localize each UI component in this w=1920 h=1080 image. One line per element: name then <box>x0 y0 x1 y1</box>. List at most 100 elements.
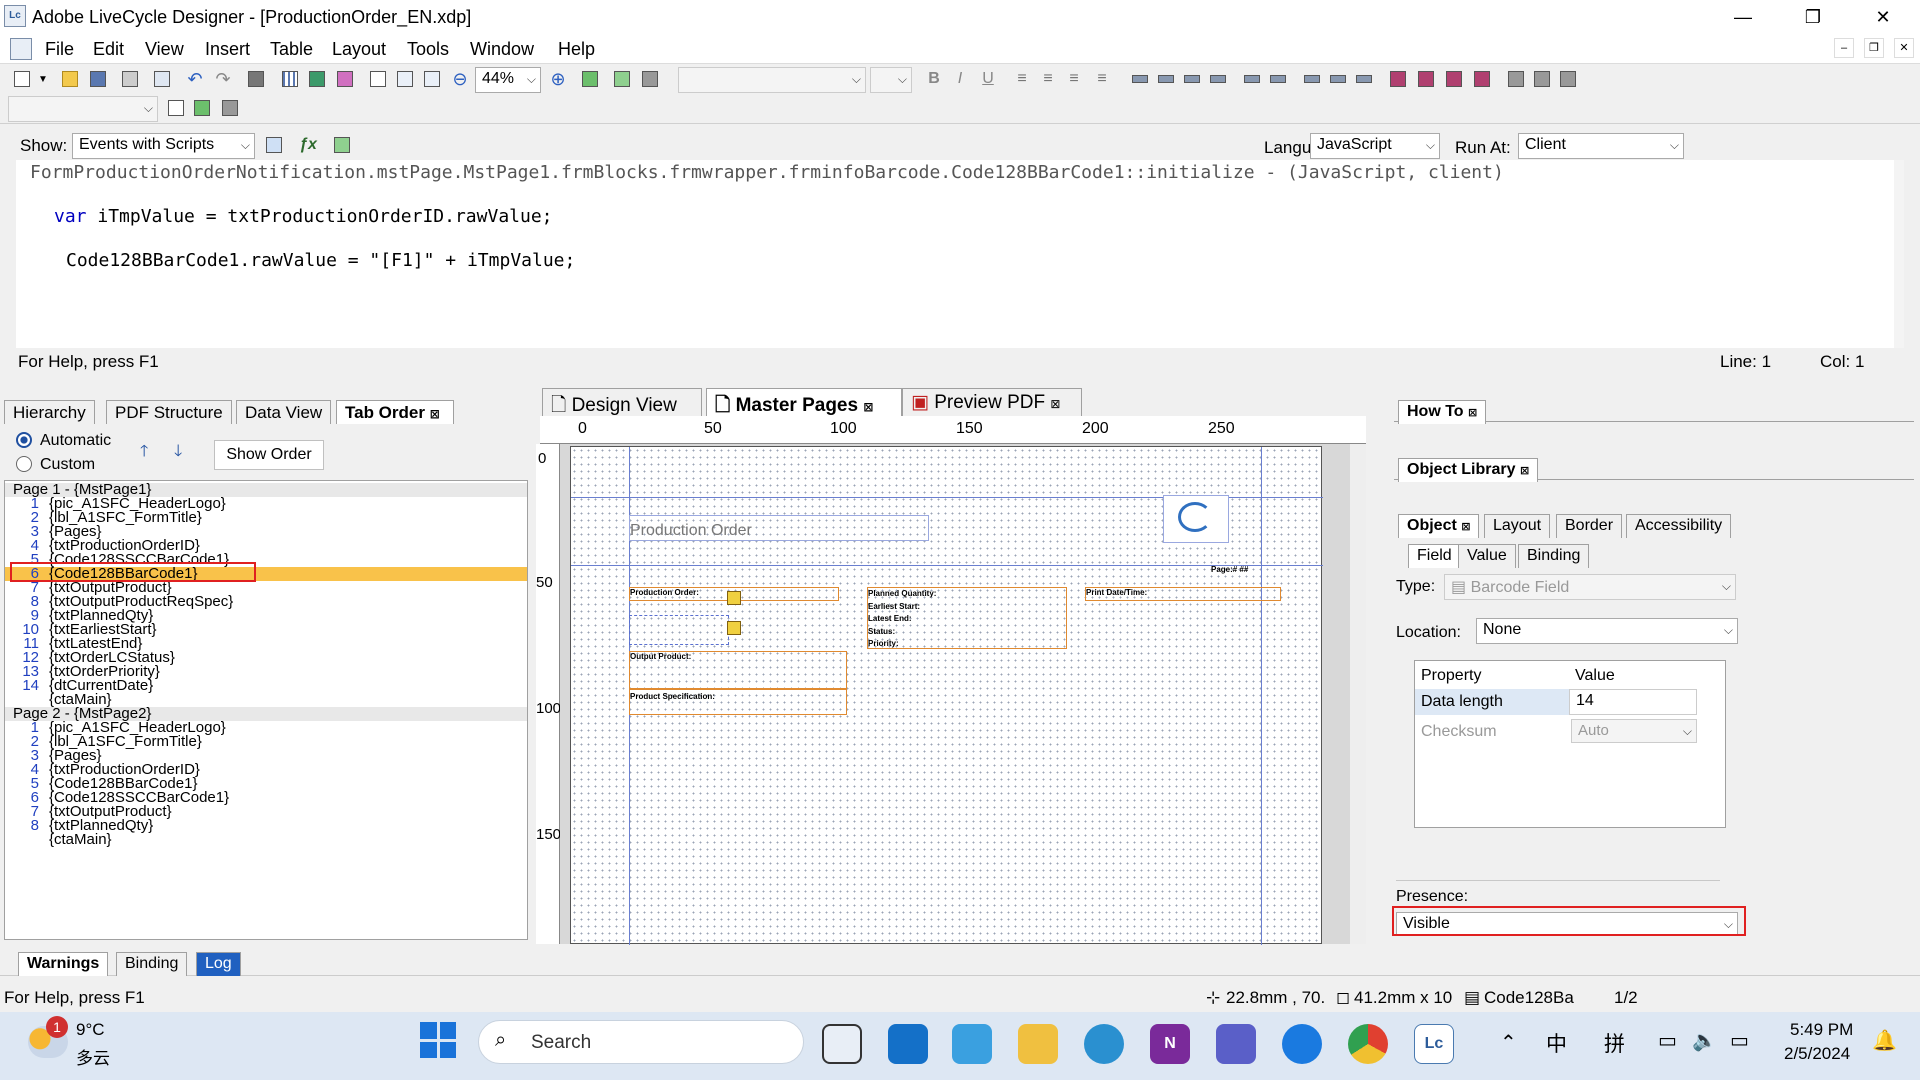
style-select[interactable]: ⌵ <box>8 96 158 122</box>
align-top-icon[interactable] <box>1180 67 1204 91</box>
distribute-v-icon[interactable] <box>1326 67 1350 91</box>
tab-data-view[interactable]: Data View <box>236 400 332 424</box>
show-events-icon[interactable] <box>262 133 286 157</box>
snap-grid-icon[interactable] <box>305 67 329 91</box>
tab-border[interactable]: Border <box>1556 514 1623 538</box>
print-icon[interactable] <box>118 67 142 91</box>
form-title-field[interactable]: Production Order <box>629 515 929 541</box>
close-icon[interactable]: ⊠ <box>1520 465 1529 477</box>
align-hcenter-icon[interactable] <box>1266 67 1290 91</box>
custom-radio[interactable] <box>16 456 32 472</box>
fit-width-icon[interactable] <box>420 67 444 91</box>
functions-icon[interactable]: ƒx <box>296 133 320 157</box>
teams-icon[interactable] <box>1216 1024 1256 1064</box>
zoom-in-icon[interactable]: ⊕ <box>546 67 570 91</box>
align-bottom-icon[interactable] <box>1206 67 1230 91</box>
align-left-objects-icon[interactable] <box>1128 67 1152 91</box>
edge-icon[interactable] <box>1084 1024 1124 1064</box>
tab-binding[interactable]: Binding <box>116 952 188 976</box>
menu-file[interactable]: File <box>45 39 74 60</box>
clock-date[interactable]: 2/5/2024 <box>1784 1044 1850 1064</box>
fit-height-icon[interactable] <box>393 67 417 91</box>
header-logo[interactable] <box>1163 495 1229 543</box>
canvas-scrollbar[interactable] <box>1350 444 1366 944</box>
align-right-icon[interactable]: ≡ <box>1062 67 1086 91</box>
page-icon[interactable] <box>366 67 390 91</box>
checksum-select[interactable]: Auto ⌵ <box>1571 719 1697 743</box>
binoculars-icon[interactable] <box>244 67 268 91</box>
check-script-icon[interactable] <box>330 133 354 157</box>
minimize-button[interactable]: — <box>1708 0 1778 34</box>
app-icon-1[interactable] <box>822 1024 862 1064</box>
notification-bell-icon[interactable]: 🔔 <box>1872 1028 1897 1053</box>
font-select[interactable]: ⌵ <box>678 67 866 93</box>
tab-log[interactable]: Log <box>196 952 241 976</box>
send-back-icon[interactable] <box>1470 67 1494 91</box>
underline-icon[interactable]: U <box>976 67 1000 91</box>
save-icon[interactable] <box>86 67 110 91</box>
show-order-button[interactable]: Show Order <box>214 440 324 470</box>
validate-icon[interactable] <box>610 67 634 91</box>
file-explorer-icon[interactable] <box>1018 1024 1058 1064</box>
close-icon[interactable]: ⊠ <box>1461 521 1470 533</box>
new-icon[interactable] <box>10 67 34 91</box>
align-center-icon[interactable]: ≡ <box>1036 67 1060 91</box>
bold-icon[interactable]: B <box>922 67 946 91</box>
mdi-minimize-button[interactable]: – <box>1834 38 1854 58</box>
fragment-info-icon[interactable] <box>218 96 242 120</box>
tab-layout[interactable]: Layout <box>1484 514 1551 538</box>
ime-input[interactable]: 拼 <box>1604 1028 1625 1058</box>
tab-accessibility[interactable]: Accessibility <box>1626 514 1732 538</box>
group-icon[interactable] <box>1386 67 1410 91</box>
canvas-area[interactable]: Production Order Page:# ## Production Or… <box>560 444 1366 945</box>
tab-preview-pdf[interactable]: ▣ Preview PDF ⊠ <box>902 388 1082 416</box>
add-fragment-icon[interactable] <box>190 96 214 120</box>
tab-design-view[interactable]: 🗋 Design View <box>542 388 702 416</box>
menu-table[interactable]: Table <box>270 39 313 60</box>
same-size-icon[interactable] <box>1556 67 1580 91</box>
close-icon[interactable]: ⊠ <box>863 400 873 414</box>
move-up-icon[interactable]: 🡑 <box>140 440 148 467</box>
doc-icon[interactable] <box>10 38 32 60</box>
bring-front-icon[interactable] <box>1442 67 1466 91</box>
field-shading-icon[interactable] <box>333 67 357 91</box>
justify-icon[interactable]: ≡ <box>1090 67 1114 91</box>
master-page[interactable]: Production Order Page:# ## Production Or… <box>570 446 1323 945</box>
outlook-icon[interactable] <box>888 1024 928 1064</box>
tab-how-to[interactable]: How To ⊠ <box>1398 400 1487 424</box>
ungroup-icon[interactable] <box>1414 67 1438 91</box>
menu-layout[interactable]: Layout <box>332 39 386 60</box>
app-icon-2[interactable] <box>952 1024 992 1064</box>
font-size-select[interactable]: ⌵ <box>870 67 912 93</box>
network-icon[interactable]: ▭ <box>1658 1028 1677 1053</box>
mdi-close-button[interactable]: ✕ <box>1894 38 1914 58</box>
same-height-icon[interactable] <box>1530 67 1554 91</box>
script-editor[interactable]: FormProductionOrderNotification.mstPage.… <box>16 160 1904 348</box>
menu-view[interactable]: View <box>145 39 184 60</box>
move-down-icon[interactable]: 🡓 <box>174 440 182 467</box>
menu-insert[interactable]: Insert <box>205 39 250 60</box>
app-icon-3[interactable] <box>1282 1024 1322 1064</box>
tab-master-pages[interactable]: 🗋 Master Pages ⊠ <box>706 388 902 416</box>
language-select[interactable]: JavaScript ⌵ <box>1310 133 1440 159</box>
chevron-up-icon[interactable]: ⌃ <box>1500 1030 1517 1055</box>
italic-icon[interactable]: I <box>948 67 972 91</box>
tab-tab-order[interactable]: Tab Order ⊠ <box>336 400 454 424</box>
menu-window[interactable]: Window <box>470 39 534 60</box>
zoom-select[interactable]: 44% ⌵ <box>475 67 541 93</box>
check-icon[interactable] <box>150 67 174 91</box>
distribute-h-icon[interactable] <box>1300 67 1324 91</box>
page-number-field[interactable]: Page:# ## <box>1211 565 1261 577</box>
close-button[interactable]: ✕ <box>1848 0 1918 34</box>
output-product-field[interactable]: Output Product: <box>629 651 847 689</box>
image-icon[interactable] <box>638 67 662 91</box>
subtab-value[interactable]: Value <box>1458 544 1516 568</box>
tab-warnings[interactable]: Warnings <box>18 952 109 976</box>
subtab-binding[interactable]: Binding <box>1518 544 1590 568</box>
data-length-input[interactable]: 14 <box>1569 689 1697 715</box>
mdi-restore-button[interactable]: ❐ <box>1864 38 1884 58</box>
livecycle-icon[interactable]: Lc <box>1414 1024 1454 1064</box>
menu-edit[interactable]: Edit <box>93 39 124 60</box>
clock-time[interactable]: 5:49 PM <box>1790 1020 1853 1040</box>
zoom-out-icon[interactable]: ⊖ <box>448 67 472 91</box>
